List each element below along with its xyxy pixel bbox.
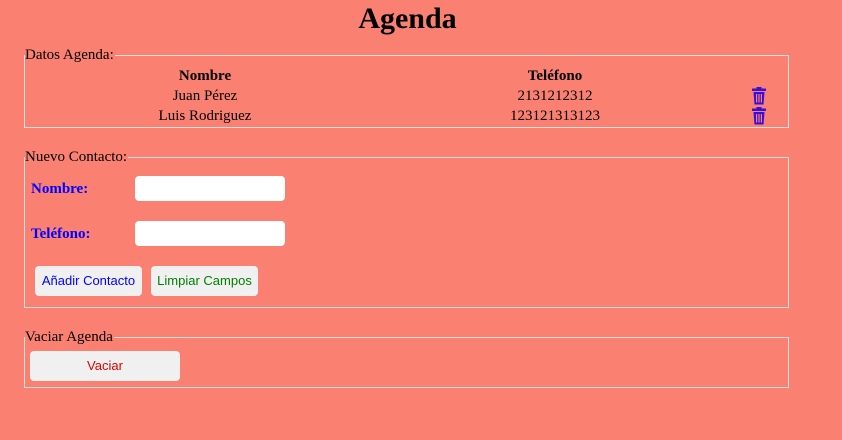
telefono-input[interactable] <box>135 221 285 246</box>
clear-fields-button[interactable]: Limpiar Campos <box>151 266 258 296</box>
nuevo-contacto-legend: Nuevo Contacto: <box>25 149 129 166</box>
page-title: Agenda <box>358 2 457 35</box>
row-2-nombre: Luis Rodriguez <box>158 108 252 124</box>
row-1-nombre: Juan Pérez <box>172 88 238 104</box>
nombre-label: Nombre: <box>31 181 89 197</box>
nombre-input[interactable] <box>135 176 285 201</box>
row-2-telefono: 123121313123 <box>510 108 600 124</box>
telefono-label: Teléfono: <box>31 226 91 242</box>
datos-agenda-fieldset: Datos Agenda: Nombre Teléfono Juan Pérez… <box>24 47 789 128</box>
datos-agenda-legend: Datos Agenda: <box>25 47 115 64</box>
trash-icon[interactable] <box>751 107 767 125</box>
nuevo-contacto-fieldset: Nuevo Contacto: Nombre: Teléfono: Añadir… <box>24 149 789 308</box>
header-nombre: Nombre <box>178 68 232 84</box>
add-contact-button[interactable]: Añadir Contacto <box>35 266 142 296</box>
vaciar-agenda-legend: Vaciar Agenda <box>25 329 114 346</box>
trash-icon[interactable] <box>751 87 767 105</box>
vaciar-agenda-fieldset: Vaciar Agenda Vaciar <box>24 329 789 388</box>
row-1-telefono: 2131212312 <box>517 88 593 104</box>
vaciar-button[interactable]: Vaciar <box>30 351 180 381</box>
header-telefono: Teléfono <box>527 68 583 84</box>
